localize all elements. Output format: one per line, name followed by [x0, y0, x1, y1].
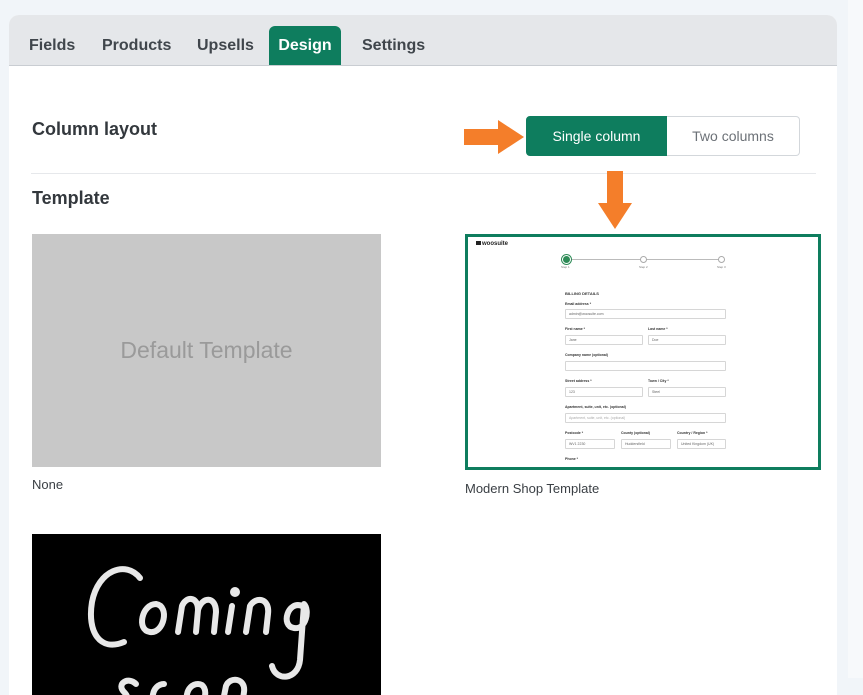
coming-soon-lettering	[87, 566, 310, 695]
step-dot-2	[640, 256, 647, 263]
arrow-down-icon	[598, 171, 632, 229]
tab-upsells[interactable]: Upsells	[185, 26, 266, 65]
design-panel: Fields Products Upsells Design Settings …	[9, 15, 837, 695]
first-name-input: Jane	[565, 335, 643, 345]
tab-fields[interactable]: Fields	[17, 26, 87, 65]
arrow-right-icon	[464, 120, 524, 154]
background-strip	[848, 0, 863, 678]
two-columns-button[interactable]: Two columns	[667, 116, 800, 156]
billing-heading: BILLING DETAILS	[565, 291, 599, 296]
company-input	[565, 361, 726, 371]
town-label: Town / City *	[648, 379, 669, 383]
postcode-label: Postcode *	[565, 431, 584, 435]
template-caption-none: None	[32, 477, 64, 492]
email-label: Email address *	[565, 302, 592, 306]
company-label: Company name (optional)	[565, 353, 608, 357]
apartment-input: Apartment, suite, unit, etc. (optional)	[565, 413, 726, 423]
template-caption-modern-shop: Modern Shop Template	[465, 481, 600, 496]
cart-icon	[476, 241, 481, 246]
county-label: County (optional)	[621, 431, 650, 435]
county-input: Huddersfield	[621, 439, 671, 449]
street-input: 123	[565, 387, 643, 397]
phone-label: Phone *	[565, 457, 579, 461]
postcode-input: WV1 2230	[565, 439, 615, 449]
template-card-coming-soon[interactable]	[32, 534, 381, 695]
step-label-3: Step 3	[717, 265, 726, 269]
last-name-label: Last name *	[648, 327, 668, 331]
single-column-button[interactable]: Single column	[526, 116, 667, 156]
step-dot-1	[563, 256, 570, 263]
tab-settings[interactable]: Settings	[350, 26, 437, 65]
step-label-1: Step 1	[561, 265, 570, 269]
town-input: Steel	[648, 387, 726, 397]
tab-design[interactable]: Design	[269, 26, 341, 65]
last-name-input: Doe	[648, 335, 726, 345]
apartment-label: Apartment, suite, unit, etc. (optional)	[565, 405, 626, 409]
tab-bar: Fields Products Upsells Design Settings	[9, 15, 837, 66]
template-title: Template	[32, 188, 110, 208]
country-select: United Kingdom (UK)	[677, 439, 726, 449]
section-divider	[31, 173, 816, 174]
default-template-text: Default Template	[120, 337, 293, 363]
email-input: admin@woosuite.com	[565, 309, 726, 319]
first-name-label: First name *	[565, 327, 586, 331]
template-card-modern-shop[interactable]: woosuite Step 1 Step 2 Step 3 BILLING DE…	[465, 234, 821, 470]
step-label-2: Step 2	[639, 265, 648, 269]
step-dot-3	[718, 256, 725, 263]
woosuite-logo: woosuite	[476, 241, 508, 247]
country-label: Country / Region *	[677, 431, 708, 435]
tab-products[interactable]: Products	[90, 26, 183, 65]
column-layout-title: Column layout	[32, 119, 157, 139]
template-card-default[interactable]: Default Template	[32, 234, 381, 467]
street-label: Street address *	[565, 379, 592, 383]
